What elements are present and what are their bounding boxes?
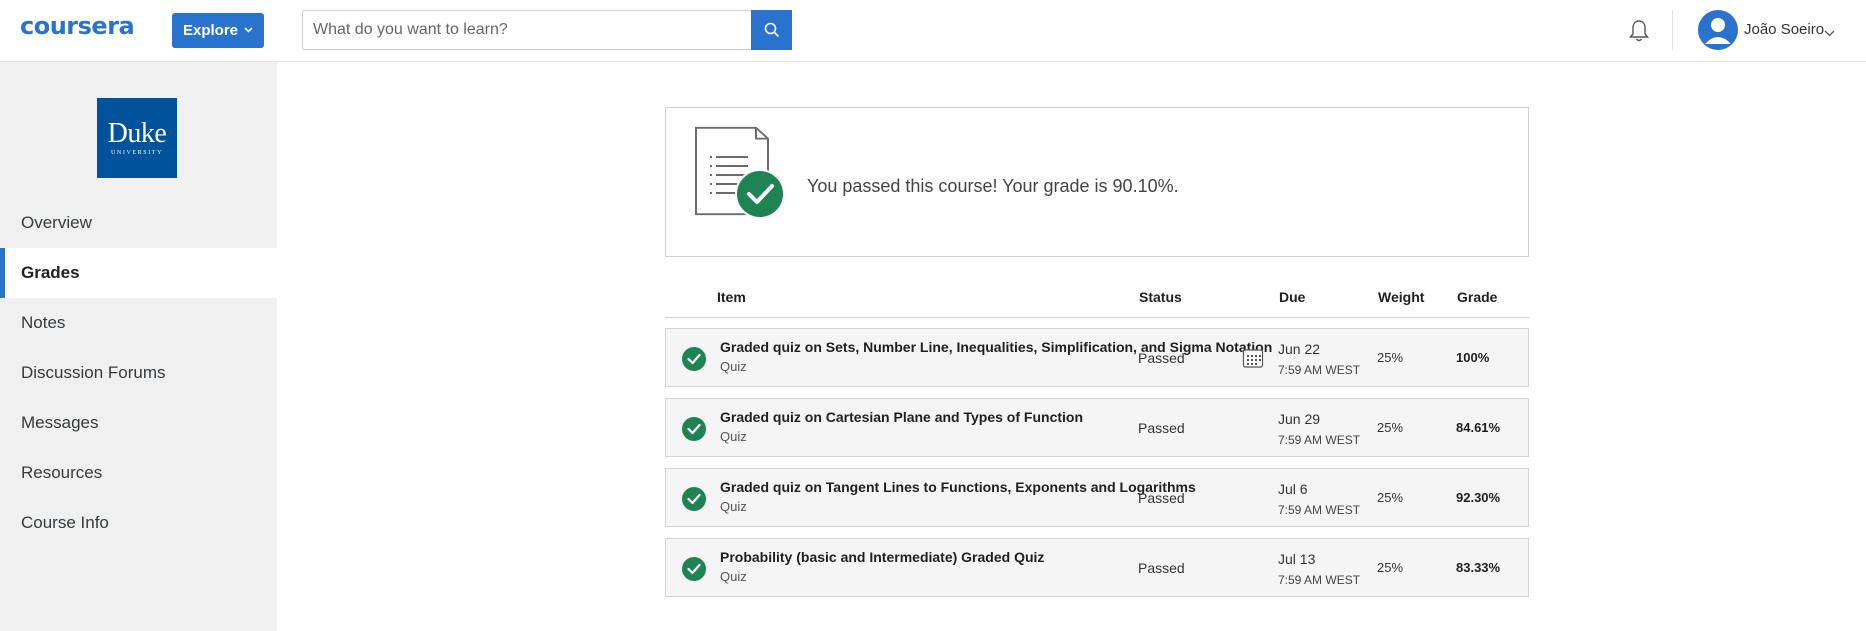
check-icon: [682, 487, 706, 511]
sidebar-item-overview[interactable]: Overview: [0, 198, 277, 248]
course-sidebar: Duke UNIVERSITY Overview Grades Notes Di…: [0, 62, 277, 631]
table-row[interactable]: Graded quiz on Tangent Lines to Function…: [665, 468, 1529, 527]
university-name: Duke: [107, 118, 167, 149]
sidebar-item-discussion-forums[interactable]: Discussion Forums: [0, 348, 277, 398]
item-title[interactable]: Graded quiz on Cartesian Plane and Types…: [720, 409, 1083, 425]
passed-message: You passed this course! Your grade is 90…: [807, 176, 1179, 196]
search-bar: [302, 10, 792, 50]
item-status: Passed: [1138, 420, 1185, 436]
coursera-logo[interactable]: coursera: [20, 12, 135, 40]
column-header-item: Item: [717, 289, 746, 305]
due-time: 7:59 AM WEST: [1278, 503, 1361, 517]
column-header-weight: Weight: [1378, 289, 1425, 305]
search-icon: [764, 22, 779, 38]
item-type: Quiz: [720, 499, 747, 514]
university-sub: UNIVERSITY: [111, 150, 163, 156]
column-header-grade: Grade: [1457, 289, 1498, 305]
sidebar-nav: Overview Grades Notes Discussion Forums …: [0, 198, 277, 548]
item-title[interactable]: Probability (basic and Intermediate) Gra…: [720, 549, 1044, 565]
item-type: Quiz: [720, 569, 747, 584]
item-grade: 84.61%: [1456, 420, 1501, 435]
due-time: 7:59 AM WEST: [1278, 433, 1361, 447]
table-row[interactable]: Graded quiz on Cartesian Plane and Types…: [665, 398, 1529, 457]
chevron-down-icon: [244, 25, 253, 36]
grades-table-header: Item Status Due Weight Grade: [665, 284, 1529, 318]
column-header-status: Status: [1139, 289, 1182, 305]
item-weight: 25%: [1377, 490, 1404, 505]
explore-button[interactable]: Explore: [172, 13, 264, 48]
item-grade: 92.30%: [1456, 490, 1501, 505]
search-button[interactable]: [751, 10, 792, 50]
search-input[interactable]: [303, 11, 753, 49]
due-date: Jun 29: [1278, 411, 1321, 427]
item-type: Quiz: [720, 429, 747, 444]
item-weight: 25%: [1377, 350, 1404, 365]
item-status: Passed: [1138, 560, 1185, 576]
item-grade: 100%: [1456, 350, 1490, 365]
column-header-due: Due: [1279, 289, 1306, 305]
check-icon: [682, 417, 706, 441]
sidebar-item-course-info[interactable]: Course Info: [0, 498, 277, 548]
sidebar-item-messages[interactable]: Messages: [0, 398, 277, 448]
username[interactable]: João Soeiro: [1744, 21, 1824, 38]
item-title[interactable]: Graded quiz on Sets, Number Line, Inequa…: [720, 339, 1272, 355]
check-icon: [682, 347, 706, 371]
due-date: Jul 13: [1278, 551, 1316, 567]
item-title[interactable]: Graded quiz on Tangent Lines to Function…: [720, 479, 1196, 495]
item-grade: 83.33%: [1456, 560, 1501, 575]
sidebar-item-grades[interactable]: Grades: [0, 248, 277, 298]
due-time: 7:59 AM WEST: [1278, 573, 1361, 587]
item-weight: 25%: [1377, 560, 1404, 575]
avatar[interactable]: [1698, 10, 1738, 50]
duke-university-logo[interactable]: Duke UNIVERSITY: [97, 98, 177, 178]
sidebar-item-resources[interactable]: Resources: [0, 448, 277, 498]
notifications-bell-icon[interactable]: [1626, 18, 1652, 44]
table-row[interactable]: Probability (basic and Intermediate) Gra…: [665, 538, 1529, 597]
due-date: Jun 22: [1278, 341, 1321, 357]
item-type: Quiz: [720, 359, 747, 374]
due-date: Jul 6: [1278, 481, 1308, 497]
top-header: coursera Explore João Soeiro: [0, 0, 1866, 62]
item-status: Passed: [1138, 490, 1185, 506]
item-weight: 25%: [1377, 420, 1404, 435]
calendar-icon[interactable]: [1242, 347, 1264, 369]
chevron-down-icon[interactable]: [1824, 24, 1835, 42]
header-divider: [1672, 10, 1673, 50]
sidebar-item-notes[interactable]: Notes: [0, 298, 277, 348]
explore-label: Explore: [182, 22, 239, 39]
check-icon: [682, 557, 706, 581]
passed-document-icon: [694, 126, 786, 220]
due-time: 7:59 AM WEST: [1278, 363, 1361, 377]
course-passed-banner: You passed this course! Your grade is 90…: [665, 107, 1529, 257]
table-row[interactable]: Graded quiz on Sets, Number Line, Inequa…: [665, 328, 1529, 387]
item-status: Passed: [1138, 350, 1185, 366]
user-icon: [1705, 18, 1731, 44]
